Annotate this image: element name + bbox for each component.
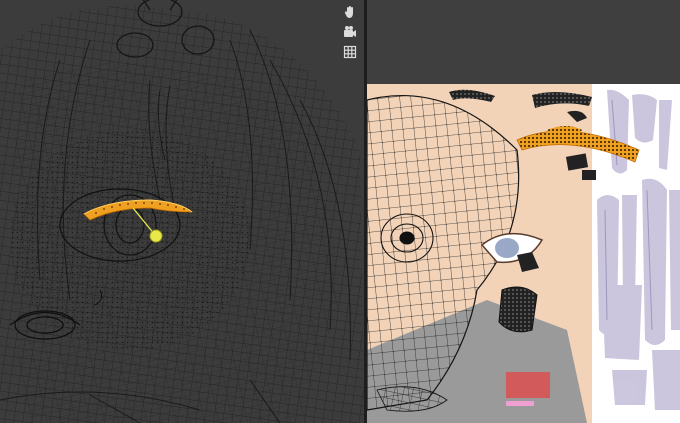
grid-icon[interactable]: [340, 43, 360, 61]
active-vertex-handle: [149, 229, 163, 243]
camera-icon[interactable]: [340, 23, 360, 41]
uv-editor[interactable]: [367, 0, 680, 423]
pink-stripe: [506, 401, 534, 406]
mouth-color-swatch: [506, 372, 550, 398]
wireframe-mesh: [0, 0, 364, 423]
hand-icon[interactable]: [340, 3, 360, 21]
uv-texture-canvas: [367, 0, 680, 423]
3d-viewport[interactable]: [0, 0, 364, 423]
